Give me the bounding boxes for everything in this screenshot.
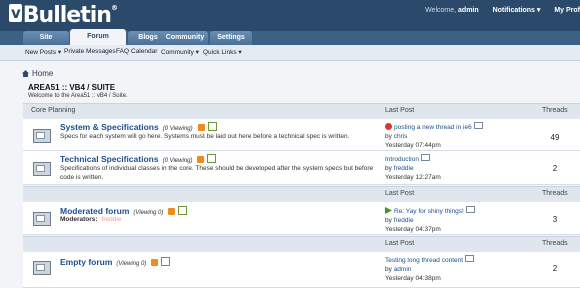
forum-description: Specs for each system will go here. Syst… xyxy=(60,133,350,140)
page-subtitle: Welcome to the Area51 :: vB4 / Suite. xyxy=(28,93,128,99)
last-post-user[interactable]: admin xyxy=(394,266,412,273)
forum-row: System & Specifications (0 Viewing) Specs… xyxy=(23,119,580,151)
rss-icon[interactable] xyxy=(151,259,159,266)
logo-badge: v xyxy=(9,4,22,22)
subscribe-check-icon[interactable] xyxy=(207,122,217,131)
last-post: Introduction by freddie Yesterday 12:27a… xyxy=(385,154,515,182)
forum-title: Moderated forum (Viewing 0) xyxy=(60,206,188,216)
arrow-icon xyxy=(385,207,392,214)
subscribe-check-icon[interactable] xyxy=(161,257,171,266)
column-last-post: Last Post xyxy=(385,107,415,114)
last-post-time: Yesterday 04:37pm xyxy=(385,226,441,233)
last-post-user[interactable]: freddie xyxy=(394,217,414,224)
subnav-new-posts[interactable]: New Posts ▾ xyxy=(25,48,61,56)
subnav-community[interactable]: Community ▾ xyxy=(161,48,199,56)
last-post-title[interactable]: Introduction xyxy=(385,156,419,163)
last-post-title[interactable]: posting a new thread in ie6 xyxy=(394,124,472,131)
tab-forum[interactable]: Forum xyxy=(70,29,126,45)
tab-community[interactable]: Community xyxy=(162,31,208,45)
section-title[interactable]: Core Planning xyxy=(31,107,75,114)
angry-face-icon xyxy=(385,123,392,130)
forum-link[interactable]: Technical Specifications xyxy=(60,154,159,164)
breadcrumb-home[interactable]: Home xyxy=(32,69,53,78)
go-to-post-icon[interactable] xyxy=(420,154,430,161)
go-to-post-icon[interactable] xyxy=(465,255,475,262)
subnav-private-messages[interactable]: Private Messages xyxy=(64,48,116,55)
section-header: Last Post Threads xyxy=(23,236,580,253)
home-icon[interactable] xyxy=(22,70,29,77)
forum-description: Specifications of individual classes in … xyxy=(60,165,374,181)
last-post-title[interactable]: Testing long thread content xyxy=(385,257,463,264)
by-label: by xyxy=(385,165,392,172)
forum-title: Empty forum (Viewing 0) xyxy=(60,257,171,267)
last-post: posting a new thread in ie6 by chris Yes… xyxy=(385,122,515,150)
breadcrumb: Home xyxy=(22,69,53,78)
vbulletin-logo[interactable]: v Bulletin® xyxy=(9,3,118,28)
tab-settings[interactable]: Settings xyxy=(210,31,252,45)
forum-title: System & Specifications (0 Viewing) xyxy=(60,122,217,132)
section-header: Last Post Threads xyxy=(23,186,580,203)
last-post-user[interactable]: chris xyxy=(394,133,408,140)
last-post-user[interactable]: freddie xyxy=(394,165,414,172)
forum-icon xyxy=(33,261,51,275)
column-threads: Threads xyxy=(542,240,568,247)
thread-count: 49 xyxy=(550,133,560,142)
by-label: by xyxy=(385,133,392,140)
forum-link[interactable]: Empty forum xyxy=(60,257,112,267)
subnav-faq[interactable]: FAQ xyxy=(116,48,129,55)
subnav-quick-links[interactable]: Quick Links ▾ xyxy=(203,48,242,56)
last-post: Testing long thread content by admin Yes… xyxy=(385,255,515,283)
moderator-link[interactable]: freddie xyxy=(102,216,122,223)
forum-row: Moderated forum (Viewing 0) Moderators: fr… xyxy=(23,202,580,235)
rss-icon[interactable] xyxy=(197,156,205,163)
tab-site[interactable]: Site xyxy=(23,31,69,45)
thread-count: 2 xyxy=(552,164,558,173)
subnav-calendar[interactable]: Calendar xyxy=(131,48,157,55)
forum-row: Empty forum (Viewing 0) Testing long thre… xyxy=(23,252,580,288)
last-post-time: Yesterday 12:27am xyxy=(385,174,441,181)
column-threads: Threads xyxy=(542,107,568,114)
rss-icon[interactable] xyxy=(197,124,205,131)
forum-icon xyxy=(33,212,51,226)
column-threads: Threads xyxy=(542,190,568,197)
page-title: AREA51 :: VB4 / SUITE xyxy=(28,83,116,92)
last-post-time: Yesterday 04:38pm xyxy=(385,275,441,282)
last-post-title[interactable]: Re: Yay for shiny things! xyxy=(394,208,464,215)
thread-count: 2 xyxy=(552,264,558,273)
section-header-core-planning: Core Planning Last Post Threads xyxy=(23,103,580,120)
subscribe-check-icon[interactable] xyxy=(178,206,188,215)
username-link[interactable]: admin xyxy=(458,7,479,14)
last-post: Re: Yay for shiny things! by freddie Yes… xyxy=(385,206,515,234)
column-last-post: Last Post xyxy=(385,190,415,197)
notifications-menu[interactable]: Notifications ▾ xyxy=(493,7,541,14)
sub-navigation: New Posts ▾ Private Messages FAQ Calenda… xyxy=(0,45,580,61)
forum-link[interactable]: Moderated forum xyxy=(60,206,129,216)
logo-text: Bulletin xyxy=(22,3,112,28)
viewing-count: (Viewing 0) xyxy=(116,261,147,267)
main-tabs: Site Forum Blogs Community Settings xyxy=(0,29,580,45)
forum-row: Technical Specifications (0 Viewing) Spec… xyxy=(23,151,580,185)
moderators: Moderators: freddie xyxy=(60,216,121,223)
forum-title: Technical Specifications (0 Viewing) xyxy=(60,154,217,164)
subscribe-check-icon[interactable] xyxy=(207,154,217,163)
forum-link[interactable]: System & Specifications xyxy=(60,122,159,132)
thread-count: 3 xyxy=(552,215,558,224)
user-bar: Welcome, admin Notifications ▾ My Prof xyxy=(425,6,580,14)
viewing-count: (Viewing 0) xyxy=(133,210,164,216)
moderators-label: Moderators: xyxy=(60,216,98,223)
last-post-time: Yesterday 07:44pm xyxy=(385,142,441,149)
my-profile-link[interactable]: My Prof xyxy=(554,7,580,14)
column-last-post: Last Post xyxy=(385,240,415,247)
forum-icon xyxy=(33,129,51,143)
go-to-post-icon[interactable] xyxy=(473,122,483,129)
welcome-text: Welcome, xyxy=(425,7,457,14)
by-label: by xyxy=(385,217,392,224)
go-to-post-icon[interactable] xyxy=(465,206,475,213)
logo-registered-mark: ® xyxy=(110,4,118,12)
forum-icon xyxy=(33,162,51,176)
by-label: by xyxy=(385,266,392,273)
rss-icon[interactable] xyxy=(168,208,176,215)
